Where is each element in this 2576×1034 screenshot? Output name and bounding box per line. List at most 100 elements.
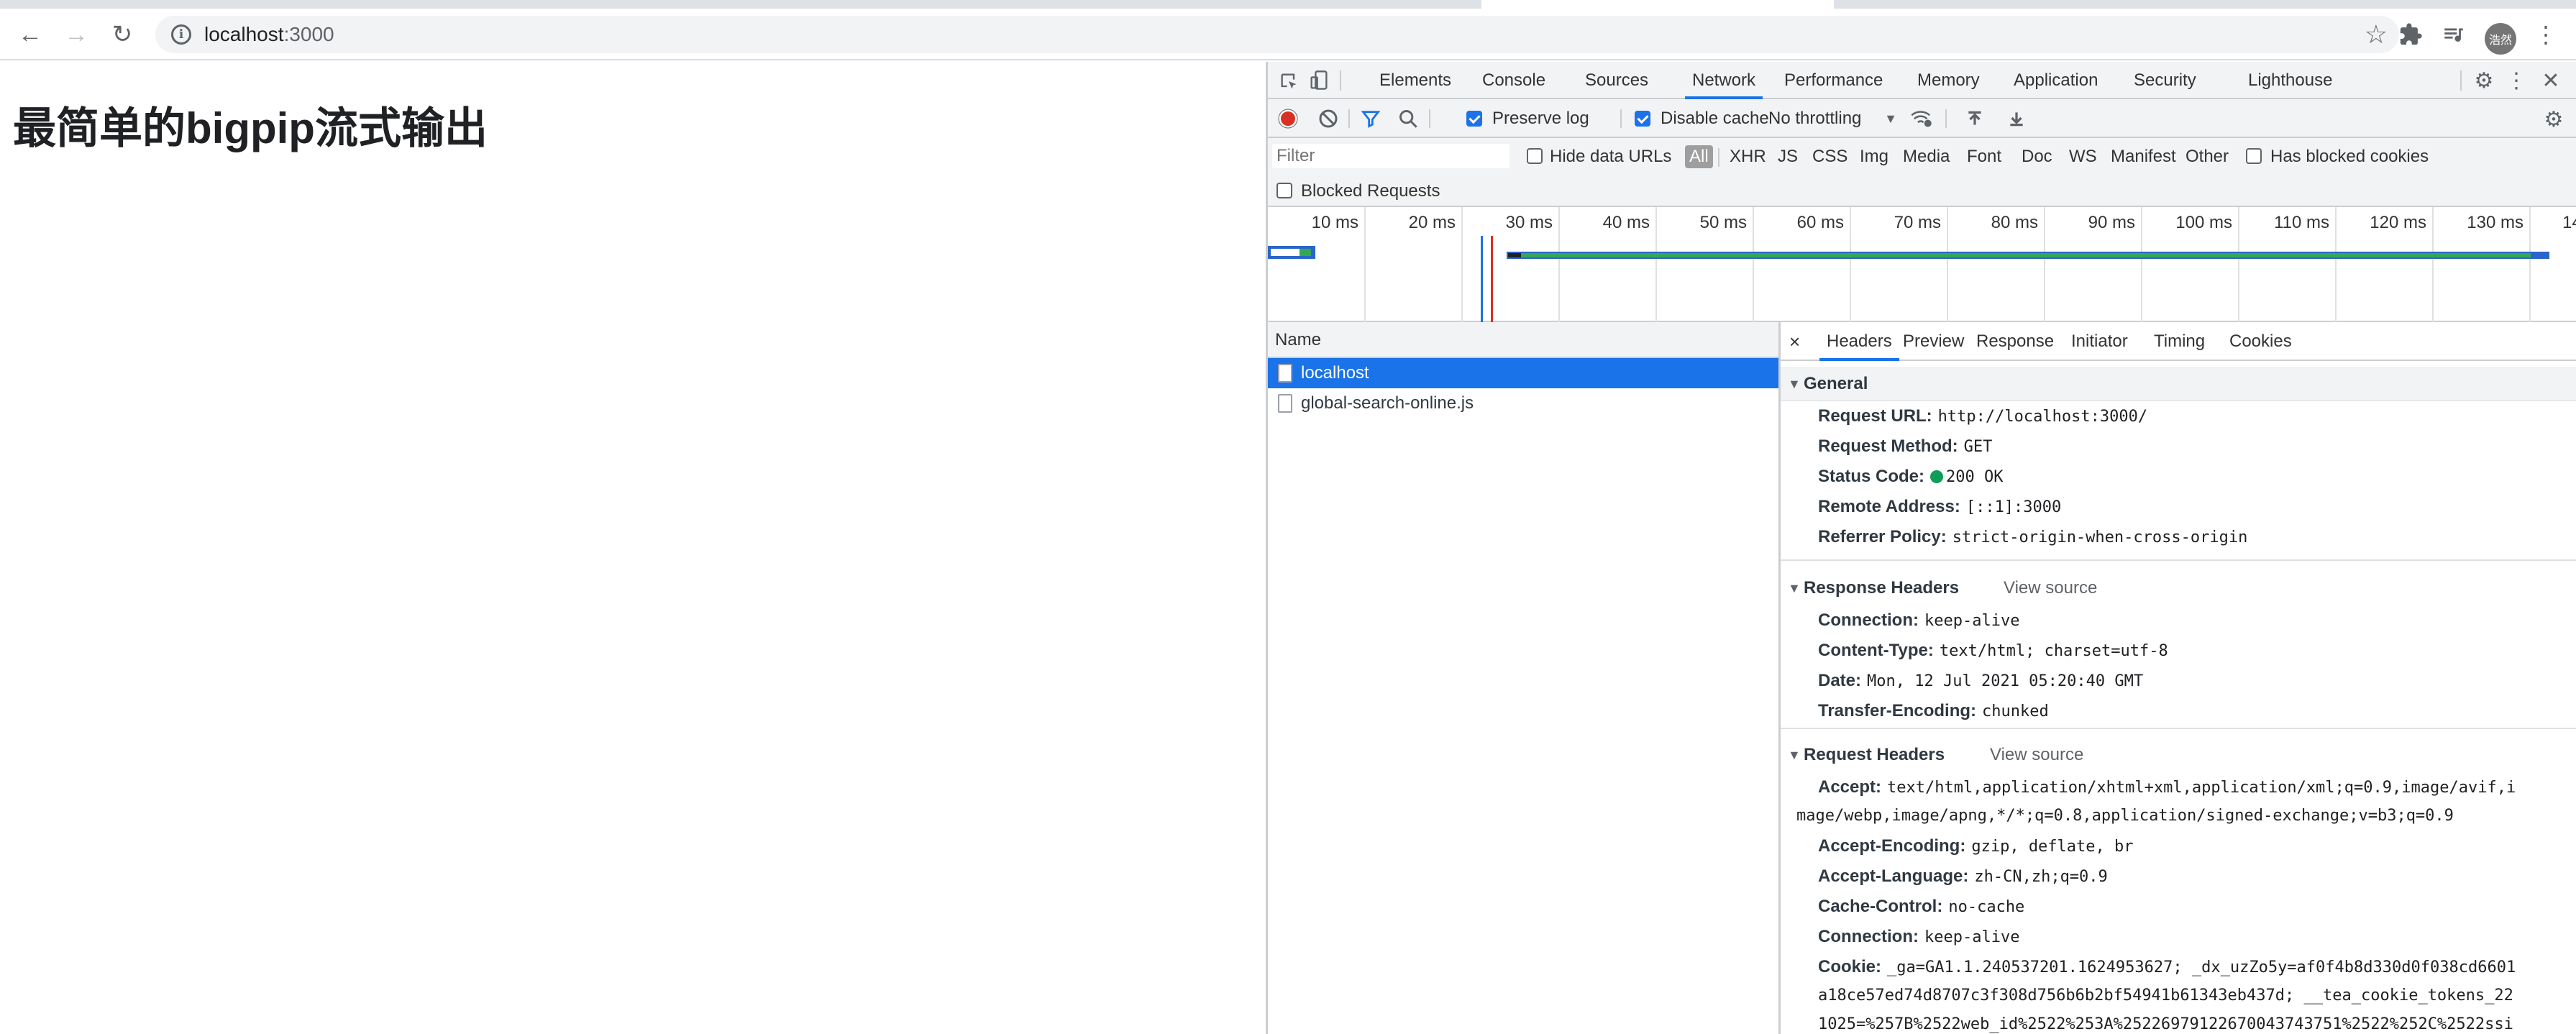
tab-application[interactable]: Application — [2014, 62, 2098, 99]
header-key: Cookie: — [1818, 957, 1882, 976]
info-icon[interactable]: i — [171, 24, 191, 45]
header-value-continued: a18ce57ed74d8707c3f308d756b6b2bf54941b61… — [1818, 987, 2513, 1005]
separator — [2460, 70, 2462, 91]
request-row[interactable]: global-search-online.js — [1268, 388, 1778, 418]
filter-input[interactable] — [1272, 144, 1509, 168]
timeline-gridline — [2238, 207, 2239, 322]
address-bar[interactable]: i localhost:3000 ☆ — [155, 16, 2399, 53]
header-referrer-policy: Referrer Policy: strict-origin-when-cross… — [1818, 522, 2247, 552]
devtools-menu-icon[interactable]: ⋮ — [2505, 69, 2528, 93]
request-list: Name localhost global-search-online.js — [1268, 322, 1781, 1034]
blocked-requests-checkbox[interactable] — [1276, 183, 1292, 198]
timeline-gridline — [1364, 207, 1366, 322]
reload-icon[interactable]: ↻ — [106, 19, 138, 50]
preserve-log-checkbox[interactable] — [1466, 111, 1482, 127]
tab-performance[interactable]: Performance — [1784, 62, 1883, 99]
separator — [1718, 148, 1719, 167]
request-row[interactable]: localhost — [1268, 358, 1778, 388]
forward-arrow-icon[interactable]: → — [60, 19, 92, 50]
throttling-select[interactable]: No throttling — [1768, 109, 1861, 129]
timeline-tick-label: 30 ms — [1505, 213, 1553, 232]
chevron-down-icon[interactable]: ▼ — [1883, 109, 1898, 129]
view-source-link[interactable]: View source — [2004, 571, 2097, 605]
filter-type-img[interactable]: Img — [1855, 145, 1893, 168]
filter-funnel-icon[interactable] — [1360, 109, 1381, 129]
tab-initiator[interactable]: Initiator — [2071, 322, 2128, 361]
header-key: Request Method: — [1818, 436, 1958, 456]
request-bar-wait — [1271, 249, 1300, 256]
general-section-header[interactable]: ▼ General — [1781, 367, 2576, 401]
has-blocked-cookies-checkbox[interactable] — [2246, 148, 2262, 164]
filter-type-font[interactable]: Font — [1963, 145, 2006, 168]
address-url[interactable]: localhost:3000 — [204, 16, 334, 53]
tab-cookies[interactable]: Cookies — [2229, 322, 2292, 361]
tab-lighthouse[interactable]: Lighthouse — [2248, 62, 2332, 99]
header-value: no-cache — [1948, 898, 2025, 916]
search-icon[interactable] — [1397, 109, 1419, 129]
tab-headers[interactable]: Headers — [1819, 322, 1899, 361]
tab-security[interactable]: Security — [2134, 62, 2196, 99]
close-detail-icon[interactable]: × — [1789, 322, 1800, 361]
clear-icon[interactable] — [1318, 109, 1338, 129]
domcontentloaded-marker — [1481, 236, 1483, 322]
header-value: chunked — [1982, 703, 2049, 720]
filter-type-css[interactable]: CSS — [1808, 145, 1852, 168]
section-title: Request Headers — [1804, 745, 1945, 764]
active-tab-shape[interactable] — [1481, 0, 1834, 9]
tab-preview[interactable]: Preview — [1903, 322, 1964, 361]
header-key: Request URL: — [1818, 406, 1932, 426]
close-devtools-icon[interactable]: ✕ — [2539, 69, 2562, 93]
tab-network[interactable]: Network — [1685, 62, 1763, 99]
tab-elements[interactable]: Elements — [1379, 62, 1451, 99]
tab-memory[interactable]: Memory — [1917, 62, 1980, 99]
script-file-icon — [1278, 394, 1292, 413]
header-value: Mon, 12 Jul 2021 05:20:40 GMT — [1867, 672, 2144, 690]
filter-type-doc[interactable]: Doc — [2017, 145, 2057, 168]
header-status-code: Status Code: 200 OK — [1818, 462, 2004, 492]
network-conditions-icon[interactable] — [1909, 107, 1934, 129]
tab-response[interactable]: Response — [1976, 322, 2054, 361]
filter-type-all[interactable]: All — [1685, 145, 1713, 168]
address-host: localhost — [204, 23, 284, 45]
name-column-header[interactable]: Name — [1268, 322, 1778, 358]
filter-type-xhr[interactable]: XHR — [1725, 145, 1771, 168]
browser-menu-icon[interactable]: ⋮ — [2531, 19, 2560, 50]
header-value: http://localhost:3000/ — [1937, 408, 2148, 426]
record-icon[interactable] — [1278, 109, 1298, 129]
expand-triangle-icon: ▼ — [1788, 581, 1801, 595]
filter-type-js[interactable]: JS — [1773, 145, 1802, 168]
header-date: Date: Mon, 12 Jul 2021 05:20:40 GMT — [1818, 666, 2143, 696]
disable-cache-checkbox[interactable] — [1635, 111, 1650, 127]
view-source-link[interactable]: View source — [1990, 738, 2083, 772]
expand-triangle-icon: ▼ — [1788, 748, 1801, 762]
filter-type-manifest[interactable]: Manifest — [2106, 145, 2180, 168]
import-har-icon[interactable] — [1964, 108, 1986, 129]
extensions-puzzle-icon[interactable] — [2395, 19, 2426, 50]
tab-console[interactable]: Console — [1482, 62, 1545, 99]
tab-timing[interactable]: Timing — [2154, 322, 2205, 361]
header-key: Accept-Language: — [1818, 866, 1969, 886]
filter-type-media[interactable]: Media — [1899, 145, 1954, 168]
header-key: Status Code: — [1818, 467, 1925, 486]
header-value: keep-alive — [1924, 612, 2020, 630]
header-value: 200 OK — [1946, 468, 2004, 486]
request-headers-section-header[interactable]: ▼ Request Headers View source — [1781, 738, 2576, 772]
filter-type-other[interactable]: Other — [2181, 145, 2233, 168]
export-har-icon[interactable] — [2006, 108, 2027, 129]
hide-data-urls-checkbox[interactable] — [1527, 148, 1543, 164]
back-arrow-icon[interactable]: ← — [14, 19, 46, 50]
devtools-tabbar: Elements Console Sources Network Perform… — [1268, 62, 2576, 99]
settings-gear-icon[interactable]: ⚙ — [2472, 69, 2495, 93]
timeline-gridline — [2044, 207, 2045, 322]
media-queue-icon[interactable] — [2438, 19, 2470, 50]
network-overview-timeline[interactable]: 10 ms 20 ms 30 ms 40 ms 50 ms 60 ms 70 m… — [1268, 207, 2576, 322]
response-headers-section-header[interactable]: ▼ Response Headers View source — [1781, 571, 2576, 605]
profile-avatar[interactable]: 浩然 — [2485, 23, 2516, 55]
network-settings-gear-icon[interactable]: ⚙ — [2542, 108, 2565, 132]
inspect-element-icon[interactable] — [1278, 70, 1300, 92]
device-toolbar-icon[interactable] — [1308, 69, 1330, 92]
devtools-panel: Elements Console Sources Network Perform… — [1266, 62, 2576, 1034]
tab-sources[interactable]: Sources — [1585, 62, 1648, 99]
bookmark-star-icon[interactable]: ☆ — [2365, 20, 2388, 49]
filter-type-ws[interactable]: WS — [2065, 145, 2101, 168]
